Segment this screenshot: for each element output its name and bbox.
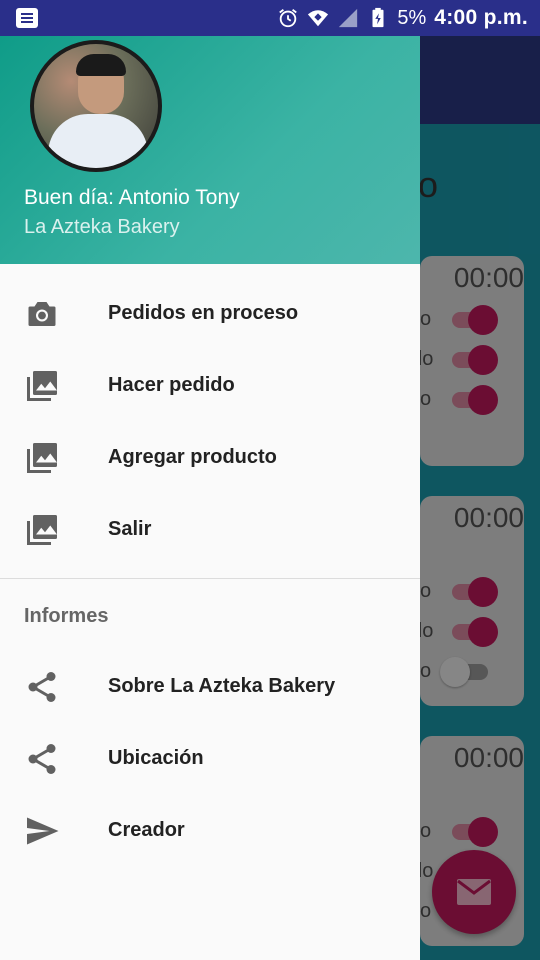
menu-item-label: Salir [108, 518, 152, 540]
status-bar: 5% 4:00 p.m. [0, 0, 540, 36]
drawer-header: Buen día: Antonio Tony La Azteka Bakery [0, 36, 420, 264]
camera-icon [28, 302, 56, 326]
menu-item-hacer-pedido[interactable]: Hacer pedido [0, 350, 420, 422]
alarm-icon [279, 9, 298, 28]
menu-item-creador[interactable]: Creador [0, 795, 420, 867]
menu-item-agregar-producto[interactable]: Agregar producto [0, 422, 420, 494]
navigation-drawer: Buen día: Antonio Tony La Azteka Bakery … [0, 36, 420, 960]
clock: 4:00 p.m. [434, 6, 528, 29]
menu-item-ubicacion[interactable]: Ubicación [0, 723, 420, 795]
wifi-icon [308, 10, 329, 27]
photo-library-icon [27, 371, 57, 401]
notification-icon [16, 8, 38, 28]
avatar[interactable] [30, 40, 162, 172]
share-icon [28, 744, 56, 774]
send-icon [27, 817, 59, 845]
menu-item-sobre-la-azteka-bakery[interactable]: Sobre La Azteka Bakery [0, 651, 420, 723]
cell-signal-icon [339, 8, 358, 28]
section-title-informes: Informes [24, 605, 109, 627]
photo-library-icon [27, 443, 57, 473]
menu-item-label: Ubicación [108, 747, 204, 769]
drawer-menu: Pedidos en proceso Hacer pedido Agregar … [0, 264, 420, 867]
menu-item-label: Agregar producto [108, 446, 277, 468]
greeting-text: Buen día: Antonio Tony [24, 186, 240, 209]
menu-item-label: Creador [108, 819, 185, 841]
battery-icon [372, 7, 384, 28]
company-name: La Azteka Bakery [24, 216, 180, 238]
share-icon [28, 672, 56, 702]
menu-item-label: Sobre La Azteka Bakery [108, 675, 336, 697]
menu-item-pedidos-en-proceso[interactable]: Pedidos en proceso [0, 278, 420, 350]
battery-percent: 5% [397, 6, 427, 29]
menu-item-label: Pedidos en proceso [108, 302, 299, 324]
menu-item-label: Hacer pedido [108, 374, 235, 396]
photo-library-icon [27, 515, 57, 545]
menu-item-salir[interactable]: Salir [0, 494, 420, 566]
